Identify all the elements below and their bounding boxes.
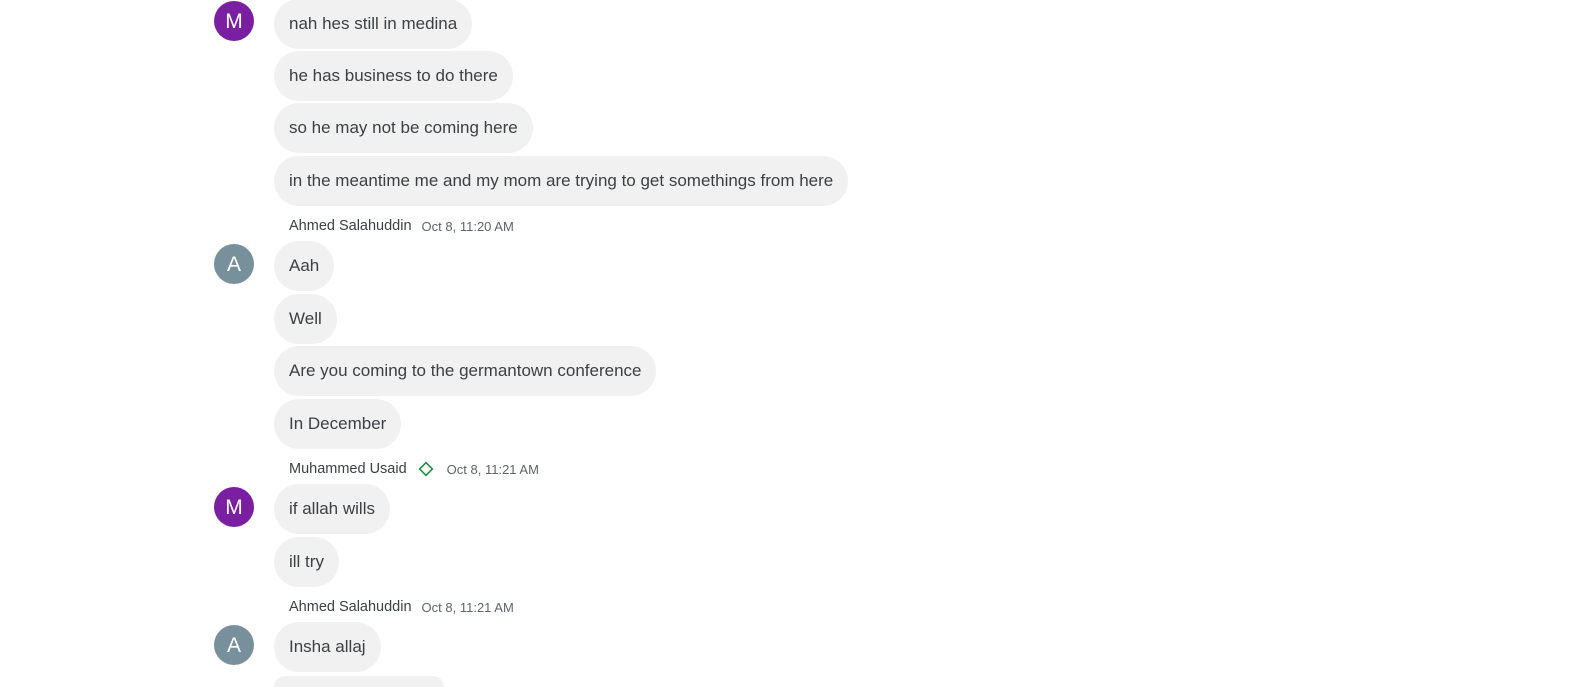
message-bubble[interactable]: so he may not be coming here <box>274 103 533 153</box>
message-timestamp: Oct 8, 11:20 AM <box>421 218 514 234</box>
sender-name[interactable]: Ahmed Salahuddin <box>289 218 412 234</box>
message-bubble[interactable]: In December <box>274 399 402 449</box>
message-bubble[interactable]: ill try <box>274 537 339 587</box>
message-header: Muhammed Usaid Oct 8, 11:21 AM <box>289 459 539 479</box>
avatar[interactable]: M <box>214 1 254 41</box>
message-timestamp: Oct 8, 11:21 AM <box>421 599 514 615</box>
chat-message-list: M nah hes still in medina he has busines… <box>0 0 1573 687</box>
message-bubble[interactable]: Well <box>274 294 337 344</box>
message-bubble[interactable]: Insha allaj <box>274 622 381 672</box>
message-timestamp: Oct 8, 11:21 AM <box>446 461 539 477</box>
message-bubble[interactable]: if allah wills <box>274 484 390 534</box>
avatar[interactable]: M <box>214 487 254 527</box>
avatar[interactable]: A <box>214 244 254 284</box>
message-bubble[interactable]: he has business to do there <box>274 51 513 101</box>
message-header: Ahmed Salahuddin Oct 8, 11:20 AM <box>289 216 514 236</box>
message-bubble[interactable]: nah hes still in medina <box>274 0 473 49</box>
message-bubble[interactable]: in the meantime me and my mom are trying… <box>274 156 849 206</box>
sender-name[interactable]: Ahmed Salahuddin <box>289 599 412 615</box>
message-bubble[interactable]: Aah <box>274 241 335 291</box>
diamond-icon <box>417 460 435 478</box>
message-bubble[interactable]: Are you coming to the germantown confere… <box>274 346 657 396</box>
message-header: Ahmed Salahuddin Oct 8, 11:21 AM <box>289 597 514 617</box>
avatar[interactable]: A <box>214 625 254 665</box>
message-bubble[interactable] <box>274 676 444 687</box>
sender-name[interactable]: Muhammed Usaid <box>289 461 407 477</box>
